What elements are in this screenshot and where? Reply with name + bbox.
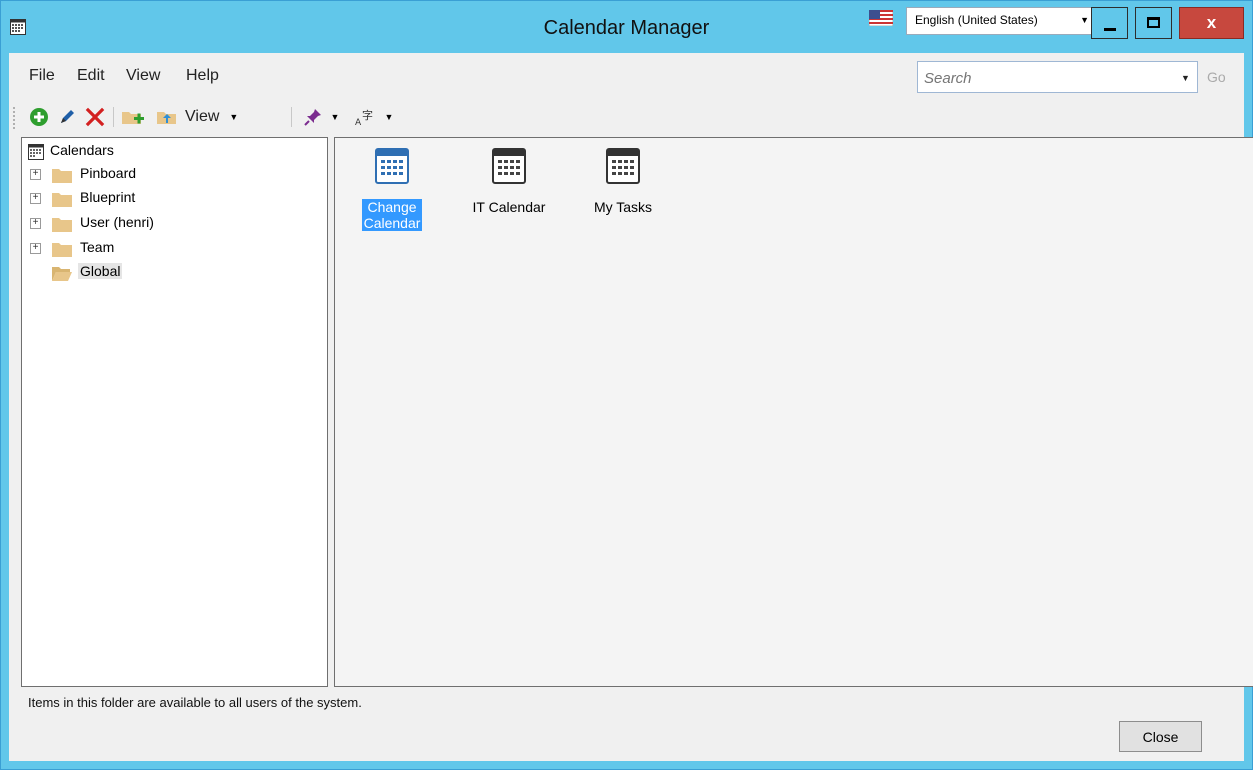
close-icon: x (1206, 13, 1217, 32)
calendar-item-my-tasks[interactable]: My Tasks (578, 146, 668, 215)
folder-tree[interactable]: Calendars + Pinboard + Blueprint + User … (21, 137, 328, 687)
calendar-item-label: My Tasks (593, 199, 653, 215)
toolbar-separator (113, 107, 114, 127)
pin-dropdown[interactable]: ▼ (297, 105, 345, 129)
tree-item-label: Team (80, 239, 115, 255)
us-flag-icon (869, 10, 893, 26)
svg-text:字: 字 (362, 108, 373, 122)
label-line: Change (367, 199, 417, 215)
close-button[interactable]: Close (1119, 721, 1202, 752)
minimize-button[interactable] (1091, 7, 1128, 39)
expand-icon[interactable]: + (30, 218, 41, 229)
view-label: View (185, 108, 220, 125)
menu-view[interactable]: View (126, 67, 160, 85)
move-folder-button[interactable] (153, 105, 181, 129)
title-bar[interactable]: Calendar Manager English (United States)… (1, 1, 1252, 53)
menu-bar: File Edit View Help ▼ Go (9, 53, 1244, 95)
search-dropdown-icon[interactable]: ▼ (1181, 73, 1190, 83)
minimize-icon (1104, 28, 1116, 31)
language-dropdown[interactable]: English (United States) ▼ (906, 7, 1098, 35)
expand-icon[interactable]: + (30, 193, 41, 204)
edit-icon (61, 110, 74, 123)
calendar-item-label: IT Calendar (472, 199, 546, 215)
tree-item-label: Pinboard (80, 165, 137, 181)
new-folder-button[interactable] (119, 105, 147, 129)
calendar-item-label: Change Calendar (361, 199, 423, 231)
go-button[interactable]: Go (1207, 69, 1226, 85)
status-text: Items in this folder are available to al… (28, 695, 362, 710)
tree-item-label: Global (78, 263, 123, 279)
language-value: English (United States) (915, 13, 1038, 27)
client-area: File Edit View Help ▼ Go (9, 53, 1253, 761)
svg-text:A: A (355, 118, 362, 127)
folder-icon (52, 193, 72, 207)
tree-root[interactable]: Calendars (22, 141, 322, 163)
toolbar-grip[interactable] (13, 107, 17, 129)
calendar-icon (28, 144, 44, 160)
tree-item-blueprint[interactable]: + Blueprint (22, 188, 322, 210)
tree-item-label: Blueprint (80, 189, 136, 205)
move-folder-icon (157, 112, 176, 124)
tree-item-team[interactable]: + Team (22, 238, 322, 260)
maximize-icon (1147, 17, 1160, 28)
add-icon (30, 108, 48, 126)
language-icon: A字 (355, 108, 373, 127)
new-folder-icon (122, 112, 144, 124)
search-box[interactable] (917, 61, 1198, 94)
tree-item-global[interactable]: Global (22, 262, 322, 284)
expand-icon[interactable]: + (30, 169, 41, 180)
folder-icon (52, 243, 72, 257)
language-tool-dropdown[interactable]: A字 ▼ (349, 105, 399, 129)
delete-button[interactable] (83, 105, 107, 129)
delete-icon (85, 107, 105, 127)
folder-icon (52, 218, 72, 232)
calendar-list[interactable]: Change Calendar IT Calendar My Tasks (334, 137, 1253, 687)
menu-help[interactable]: Help (186, 67, 219, 85)
toolbar-separator (291, 107, 292, 127)
tree-item-user[interactable]: + User (henri) (22, 213, 322, 235)
pin-icon (303, 109, 321, 126)
expand-icon[interactable]: + (30, 243, 41, 254)
add-button[interactable] (27, 105, 51, 129)
tree-root-label: Calendars (50, 142, 114, 158)
tree-item-pinboard[interactable]: + Pinboard (22, 164, 322, 186)
calendar-item-it-calendar[interactable]: IT Calendar (464, 146, 554, 215)
edit-button[interactable] (55, 105, 79, 129)
chevron-down-icon: ▼ (1080, 15, 1089, 25)
calendar-icon (492, 148, 526, 184)
label-line: Calendar (363, 215, 421, 231)
calendar-icon (375, 148, 409, 184)
menu-edit[interactable]: Edit (77, 67, 105, 85)
calendar-icon (606, 148, 640, 184)
close-window-button[interactable]: x (1179, 7, 1244, 39)
calendar-item-change-calendar[interactable]: Change Calendar (347, 146, 437, 231)
view-dropdown[interactable]: View ▼ (185, 105, 265, 129)
calendar-manager-window: Calendar Manager English (United States)… (0, 0, 1253, 770)
chevron-down-icon: ▼ (384, 112, 394, 122)
open-folder-icon (52, 267, 72, 281)
chevron-down-icon: ▼ (229, 112, 239, 122)
chevron-down-icon: ▼ (330, 112, 340, 122)
tree-item-label: User (henri) (80, 214, 154, 230)
folder-icon (52, 169, 72, 183)
search-input[interactable] (918, 62, 1170, 94)
toolbar: View ▼ ▼ A字 ▼ (9, 101, 1244, 133)
menu-file[interactable]: File (29, 67, 55, 85)
maximize-button[interactable] (1135, 7, 1172, 39)
